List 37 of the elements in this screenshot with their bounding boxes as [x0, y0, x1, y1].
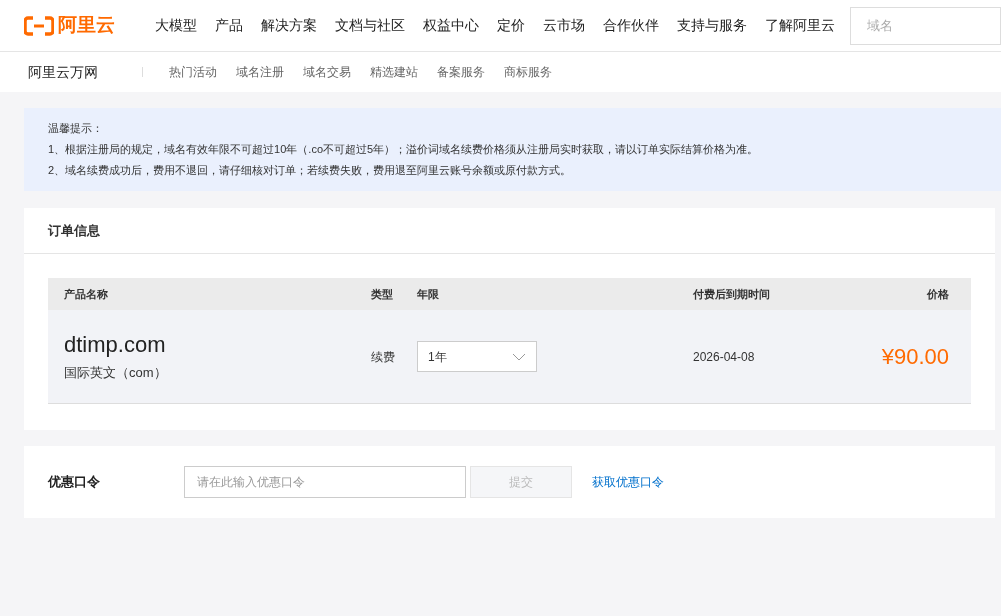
domain-name: dtimp.com [64, 330, 167, 359]
nav-link[interactable]: 支持与服务 [668, 15, 756, 36]
column-header: 产品名称 [63, 286, 109, 302]
nav-link[interactable]: 解决方案 [252, 15, 326, 36]
column-header: 年限 [417, 286, 440, 302]
get-coupon-link[interactable]: 获取优惠口令 [592, 473, 664, 491]
nav-link[interactable]: 合作伙伴 [594, 15, 668, 36]
order-title: 订单信息 [24, 208, 995, 254]
column-header: 付费后到期时间 [693, 286, 771, 302]
coupon-input[interactable]: 请在此输入优惠口令 [184, 466, 466, 498]
coupon-label: 优惠口令 [48, 473, 101, 492]
nav-link[interactable]: 了解阿里云 [756, 15, 844, 36]
subnav-link[interactable]: 域名注册 [236, 63, 284, 81]
notice-text: 1、根据注册局的规定，域名有效年限不可超过10年（.co不可超过5年）；溢价词域名续费价格须从注册局实时获取，请以订单实际结算价格为准。 [48, 142, 760, 157]
domain-suffix: 国际英文（com） [64, 363, 168, 382]
price-cell-text: ¥90.00 [880, 343, 950, 371]
subnav-link[interactable]: 精选建站 [370, 63, 418, 81]
notice-title: 温馨提示： [48, 121, 104, 136]
notice-text: 2、域名续费成功后，费用不退回，请仔细核对订单；若续费失败，费用退至阿里云账号余额或原付款方式。 [48, 163, 573, 178]
subnav-link[interactable]: 备案服务 [437, 63, 485, 81]
chevron-down-icon [512, 352, 526, 361]
subnav-title[interactable]: 阿里云万网 [28, 61, 98, 83]
type-cell-text: 续费 [371, 348, 396, 366]
expiry-cell-text: 2026-04-08 [693, 348, 756, 366]
nav-link[interactable]: 大模型 [146, 15, 206, 36]
nav-link[interactable]: 权益中心 [414, 15, 488, 36]
nav-link[interactable]: 产品 [206, 15, 252, 36]
nav-link[interactable]: 文档与社区 [326, 15, 414, 36]
column-header: 类型 [371, 286, 394, 302]
subnav-link[interactable]: 域名交易 [303, 63, 351, 81]
subnav-link[interactable]: 商标服务 [504, 63, 552, 81]
column-header: 价格 [926, 286, 950, 302]
logo-icon [24, 15, 54, 36]
nav-link[interactable]: 云市场 [534, 15, 594, 36]
nav-link[interactable]: 定价 [488, 15, 534, 36]
years-select[interactable]: 1年 [417, 341, 537, 372]
subnav-link[interactable]: 热门活动 [169, 63, 217, 81]
